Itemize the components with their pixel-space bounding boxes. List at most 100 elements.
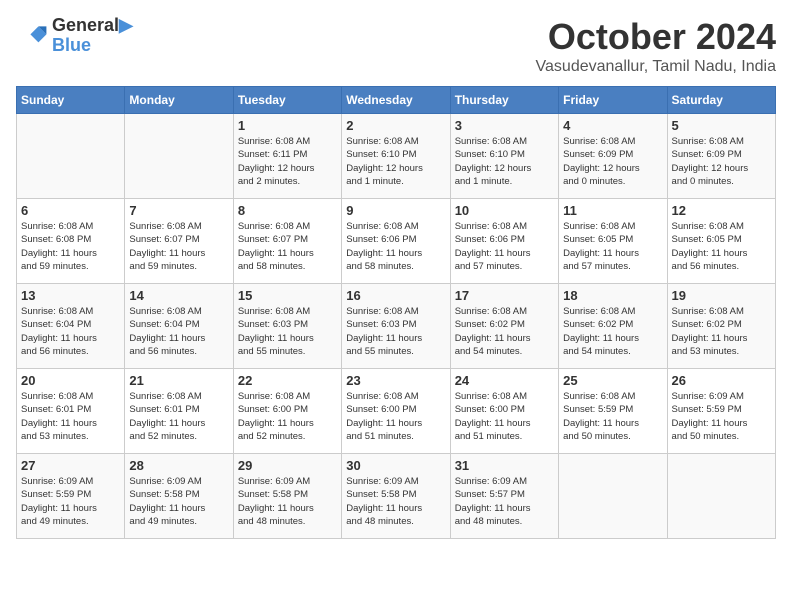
day-number: 17 xyxy=(455,288,554,303)
location-subtitle: Vasudevanallur, Tamil Nadu, India xyxy=(536,58,776,76)
day-info: Sunrise: 6:09 AM Sunset: 5:58 PM Dayligh… xyxy=(238,475,337,528)
day-number: 18 xyxy=(563,288,662,303)
calendar-week-row: 20 Sunrise: 6:08 AM Sunset: 6:01 PM Dayli… xyxy=(17,369,776,454)
calendar-cell: 13Sunrise: 6:08 AM Sunset: 6:04 PM Dayli… xyxy=(17,284,125,369)
day-number: 13 xyxy=(21,288,120,303)
day-info: Sunrise: 6:08 AM Sunset: 6:01 PM Dayligh… xyxy=(129,390,228,443)
day-number: 16 xyxy=(346,288,445,303)
day-info: Sunrise: 6:08 AM Sunset: 6:10 PM Dayligh… xyxy=(455,135,554,188)
calendar-cell: 15 Sunrise: 6:08 AM Sunset: 6:03 PM Dayli… xyxy=(233,284,341,369)
calendar-cell: 30Sunrise: 6:09 AM Sunset: 5:58 PM Dayli… xyxy=(342,454,450,539)
day-number: 14 xyxy=(129,288,228,303)
calendar-cell xyxy=(667,454,775,539)
title-block: October 2024 Vasudevanallur, Tamil Nadu,… xyxy=(536,16,776,76)
day-number: 19 xyxy=(672,288,771,303)
day-info: Sunrise: 6:08 AM Sunset: 6:02 PM Dayligh… xyxy=(563,305,662,358)
day-number: 9 xyxy=(346,203,445,218)
calendar-cell: 7 Sunrise: 6:08 AM Sunset: 6:07 PM Daylig… xyxy=(125,199,233,284)
day-number: 6 xyxy=(21,203,120,218)
day-info: Sunrise: 6:08 AM Sunset: 6:10 PM Dayligh… xyxy=(346,135,445,188)
calendar-cell: 14 Sunrise: 6:08 AM Sunset: 6:04 PM Dayli… xyxy=(125,284,233,369)
calendar-cell: 8Sunrise: 6:08 AM Sunset: 6:07 PM Daylig… xyxy=(233,199,341,284)
day-info: Sunrise: 6:08 AM Sunset: 6:03 PM Dayligh… xyxy=(346,305,445,358)
day-info: Sunrise: 6:08 AM Sunset: 6:05 PM Dayligh… xyxy=(563,220,662,273)
calendar-cell: 29Sunrise: 6:09 AM Sunset: 5:58 PM Dayli… xyxy=(233,454,341,539)
calendar-cell: 21 Sunrise: 6:08 AM Sunset: 6:01 PM Dayli… xyxy=(125,369,233,454)
calendar-cell: 19 Sunrise: 6:08 AM Sunset: 6:02 PM Dayli… xyxy=(667,284,775,369)
calendar-cell: 3 Sunrise: 6:08 AM Sunset: 6:10 PM Daylig… xyxy=(450,114,558,199)
calendar-cell: 16 Sunrise: 6:08 AM Sunset: 6:03 PM Dayli… xyxy=(342,284,450,369)
weekday-header: Friday xyxy=(559,87,667,114)
weekday-header: Monday xyxy=(125,87,233,114)
calendar-cell: 12 Sunrise: 6:08 AM Sunset: 6:05 PM Dayli… xyxy=(667,199,775,284)
calendar-week-row: 27 Sunrise: 6:09 AM Sunset: 5:59 PM Dayli… xyxy=(17,454,776,539)
calendar-cell: 1Sunrise: 6:08 AM Sunset: 6:11 PM Daylig… xyxy=(233,114,341,199)
day-info: Sunrise: 6:08 AM Sunset: 6:05 PM Dayligh… xyxy=(672,220,771,273)
day-number: 28 xyxy=(129,458,228,473)
calendar-cell: 23 Sunrise: 6:08 AM Sunset: 6:00 PM Dayli… xyxy=(342,369,450,454)
day-info: Sunrise: 6:08 AM Sunset: 6:07 PM Dayligh… xyxy=(238,220,337,273)
day-number: 10 xyxy=(455,203,554,218)
day-info: Sunrise: 6:08 AM Sunset: 6:00 PM Dayligh… xyxy=(346,390,445,443)
calendar-cell xyxy=(17,114,125,199)
day-info: Sunrise: 6:09 AM Sunset: 5:57 PM Dayligh… xyxy=(455,475,554,528)
calendar-cell: 31 Sunrise: 6:09 AM Sunset: 5:57 PM Dayli… xyxy=(450,454,558,539)
calendar-cell: 10 Sunrise: 6:08 AM Sunset: 6:06 PM Dayli… xyxy=(450,199,558,284)
day-info: Sunrise: 6:09 AM Sunset: 5:58 PM Dayligh… xyxy=(346,475,445,528)
day-info: Sunrise: 6:08 AM Sunset: 6:02 PM Dayligh… xyxy=(455,305,554,358)
day-number: 22 xyxy=(238,373,337,388)
day-info: Sunrise: 6:08 AM Sunset: 6:11 PM Dayligh… xyxy=(238,135,337,188)
day-number: 20 xyxy=(21,373,120,388)
day-info: Sunrise: 6:08 AM Sunset: 6:00 PM Dayligh… xyxy=(238,390,337,443)
day-number: 5 xyxy=(672,118,771,133)
day-info: Sunrise: 6:08 AM Sunset: 6:08 PM Dayligh… xyxy=(21,220,120,273)
day-info: Sunrise: 6:08 AM Sunset: 5:59 PM Dayligh… xyxy=(563,390,662,443)
calendar-cell xyxy=(125,114,233,199)
day-number: 21 xyxy=(129,373,228,388)
day-info: Sunrise: 6:08 AM Sunset: 6:04 PM Dayligh… xyxy=(129,305,228,358)
day-info: Sunrise: 6:08 AM Sunset: 6:01 PM Dayligh… xyxy=(21,390,120,443)
calendar-cell: 20 Sunrise: 6:08 AM Sunset: 6:01 PM Dayli… xyxy=(17,369,125,454)
calendar-cell: 28Sunrise: 6:09 AM Sunset: 5:58 PM Dayli… xyxy=(125,454,233,539)
day-info: Sunrise: 6:08 AM Sunset: 6:06 PM Dayligh… xyxy=(455,220,554,273)
month-title: October 2024 xyxy=(536,16,776,58)
calendar-cell: 27 Sunrise: 6:09 AM Sunset: 5:59 PM Dayli… xyxy=(17,454,125,539)
day-number: 11 xyxy=(563,203,662,218)
day-info: Sunrise: 6:08 AM Sunset: 6:09 PM Dayligh… xyxy=(672,135,771,188)
calendar-cell: 4 Sunrise: 6:08 AM Sunset: 6:09 PM Daylig… xyxy=(559,114,667,199)
logo-text: General▶ Blue xyxy=(52,16,133,56)
day-info: Sunrise: 6:08 AM Sunset: 6:00 PM Dayligh… xyxy=(455,390,554,443)
weekday-header: Thursday xyxy=(450,87,558,114)
calendar-week-row: 13 Sunrise: 6:08 AM Sunset: 6:04 PM Dayli… xyxy=(17,284,776,369)
weekday-header: Saturday xyxy=(667,87,775,114)
calendar-cell: 24Sunrise: 6:08 AM Sunset: 6:00 PM Dayli… xyxy=(450,369,558,454)
calendar-cell: 25Sunrise: 6:08 AM Sunset: 5:59 PM Dayli… xyxy=(559,369,667,454)
calendar-cell: 26Sunrise: 6:09 AM Sunset: 5:59 PM Dayli… xyxy=(667,369,775,454)
day-number: 4 xyxy=(563,118,662,133)
day-number: 15 xyxy=(238,288,337,303)
calendar-table: SundayMondayTuesdayWednesdayThursdayFrid… xyxy=(16,86,776,539)
page-header: General▶ Blue October 2024 Vasudevanallu… xyxy=(16,16,776,76)
day-number: 27 xyxy=(21,458,120,473)
day-info: Sunrise: 6:09 AM Sunset: 5:59 PM Dayligh… xyxy=(21,475,120,528)
calendar-cell: 9Sunrise: 6:08 AM Sunset: 6:06 PM Daylig… xyxy=(342,199,450,284)
weekday-header: Wednesday xyxy=(342,87,450,114)
day-info: Sunrise: 6:08 AM Sunset: 6:02 PM Dayligh… xyxy=(672,305,771,358)
calendar-week-row: 6 Sunrise: 6:08 AM Sunset: 6:08 PM Daylig… xyxy=(17,199,776,284)
logo-icon xyxy=(16,20,48,52)
day-number: 23 xyxy=(346,373,445,388)
day-number: 12 xyxy=(672,203,771,218)
day-number: 7 xyxy=(129,203,228,218)
calendar-cell: 17 Sunrise: 6:08 AM Sunset: 6:02 PM Dayli… xyxy=(450,284,558,369)
day-info: Sunrise: 6:08 AM Sunset: 6:03 PM Dayligh… xyxy=(238,305,337,358)
day-info: Sunrise: 6:08 AM Sunset: 6:07 PM Dayligh… xyxy=(129,220,228,273)
calendar-cell: 6 Sunrise: 6:08 AM Sunset: 6:08 PM Daylig… xyxy=(17,199,125,284)
calendar-week-row: 1Sunrise: 6:08 AM Sunset: 6:11 PM Daylig… xyxy=(17,114,776,199)
day-info: Sunrise: 6:08 AM Sunset: 6:09 PM Dayligh… xyxy=(563,135,662,188)
day-number: 31 xyxy=(455,458,554,473)
day-number: 3 xyxy=(455,118,554,133)
day-number: 2 xyxy=(346,118,445,133)
logo: General▶ Blue xyxy=(16,16,133,56)
calendar-cell: 2 Sunrise: 6:08 AM Sunset: 6:10 PM Daylig… xyxy=(342,114,450,199)
calendar-cell xyxy=(559,454,667,539)
